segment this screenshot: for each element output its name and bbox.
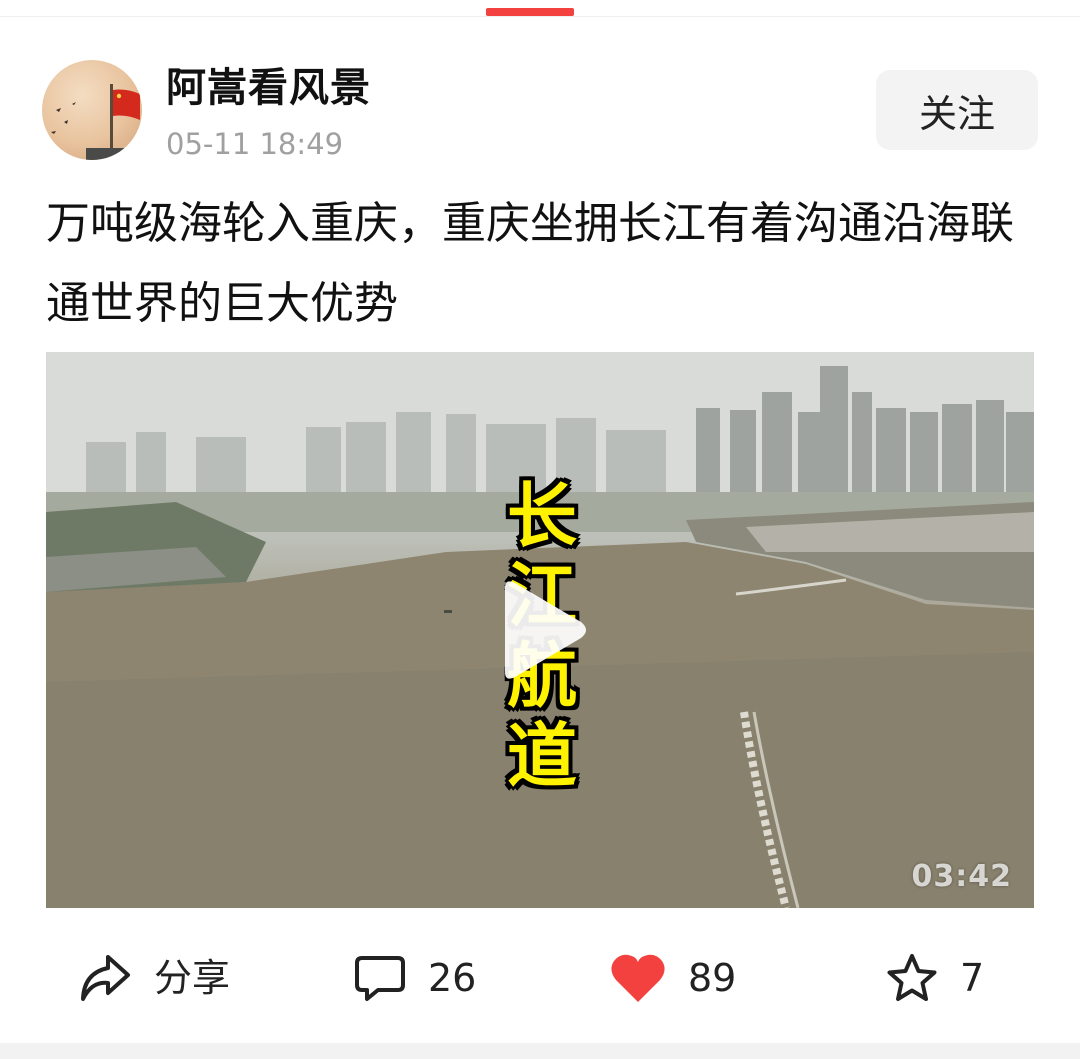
top-divider [0, 16, 1080, 17]
bottom-divider [0, 1043, 1080, 1059]
share-label: 分享 [154, 956, 231, 1000]
share-button[interactable]: 分享 [78, 938, 230, 1018]
video-player[interactable]: 长 江 航 道 03:42 [46, 352, 1034, 908]
active-tab-indicator [486, 8, 574, 16]
favorite-button[interactable]: 7 [886, 938, 984, 1018]
author-name[interactable]: 阿嵩看风景 [166, 62, 371, 114]
post-timestamp: 05-11 18:49 [166, 127, 344, 161]
overlay-char: 道 [507, 715, 577, 797]
action-bar: 分享 26 89 7 [0, 938, 1080, 1018]
post-page: 阿嵩看风景 05-11 18:49 关注 万吨级海轮入重庆，重庆坐拥长江有着沟通… [0, 0, 1080, 1059]
overlay-char: 长 [507, 475, 577, 557]
comment-button[interactable]: 26 [354, 938, 476, 1018]
video-duration-watermark: 03:42 [911, 859, 1012, 894]
like-count: 89 [688, 956, 737, 1000]
heart-icon [611, 954, 665, 1002]
comment-count: 26 [428, 956, 477, 1000]
author-avatar[interactable] [42, 60, 142, 160]
play-icon[interactable] [491, 578, 591, 682]
share-arrow-icon [81, 955, 130, 1001]
flag-avatar-icon [51, 84, 142, 160]
like-button[interactable]: 89 [610, 938, 736, 1018]
post-title[interactable]: 万吨级海轮入重庆，重庆坐拥长江有着沟通沿海联通世界的巨大优势 [46, 184, 1036, 344]
star-icon [887, 954, 937, 1001]
comment-bubble-icon [355, 956, 405, 1001]
favorite-count: 7 [960, 956, 985, 1000]
follow-button[interactable]: 关注 [876, 70, 1038, 150]
